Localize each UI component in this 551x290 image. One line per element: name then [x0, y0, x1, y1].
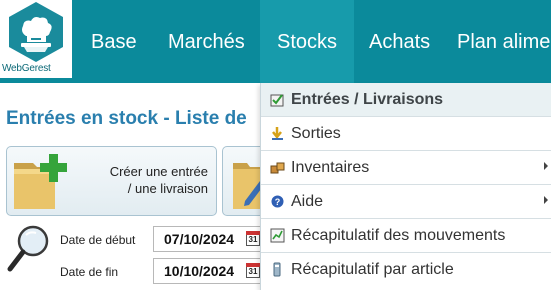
stocks-dropdown-menu: Entrées / Livraisons Sorties Inventaires… — [260, 83, 551, 290]
app-logo-text: WebGerest — [2, 63, 51, 74]
end-date-field[interactable]: 10/10/2024 31 — [153, 258, 263, 284]
app-logo[interactable]: WebGerest — [0, 0, 72, 78]
menu-label: Entrées / Livraisons — [291, 91, 444, 108]
calendar-icon[interactable]: 31 — [246, 231, 260, 246]
submenu-arrow-icon — [544, 196, 548, 204]
exit-arrow-icon — [270, 126, 285, 141]
search-magnifier-icon[interactable] — [6, 224, 52, 279]
inventory-boxes-icon — [270, 160, 285, 175]
menu-item-recap-mouvements[interactable]: Récapitulatif des mouvements — [261, 219, 551, 253]
create-entry-label: Créer une entrée / une livraison — [109, 164, 208, 196]
end-date-value: 10/10/2024 — [164, 263, 235, 279]
start-date-field[interactable]: 07/10/2024 31 — [153, 226, 263, 252]
menu-label: Récapitulatif des mouvements — [291, 227, 506, 244]
start-date-label: Date de début — [60, 233, 136, 247]
menu-label: Récapitulatif par article — [291, 261, 454, 278]
movements-chart-icon — [270, 228, 285, 243]
menu-label: Sorties — [291, 125, 341, 142]
delivery-icon — [270, 92, 285, 107]
calendar-icon[interactable]: 31 — [246, 263, 260, 278]
create-entry-button[interactable]: Créer une entrée / une livraison — [6, 146, 217, 216]
menu-item-aide[interactable]: ? Aide — [261, 185, 551, 219]
top-navbar: WebGerest Base Marchés Stocks Achats Pla… — [0, 0, 551, 83]
article-summary-icon — [270, 262, 285, 277]
menu-item-inventaires[interactable]: Inventaires — [261, 151, 551, 185]
end-date-label: Date de fin — [60, 265, 119, 279]
page-title: Entrées en stock - Liste de — [6, 108, 247, 129]
menu-item-entrees-livraisons[interactable]: Entrées / Livraisons — [261, 83, 551, 117]
nav-stocks[interactable]: Stocks — [277, 31, 337, 54]
menu-item-recap-article[interactable]: Récapitulatif par article — [261, 253, 551, 287]
nav-base[interactable]: Base — [91, 31, 137, 54]
svg-text:?: ? — [275, 197, 281, 207]
nav-achats[interactable]: Achats — [369, 31, 430, 54]
nav-plan-alimentaire[interactable]: Plan alime — [457, 31, 550, 54]
help-icon: ? — [270, 194, 285, 209]
menu-label: Aide — [291, 193, 324, 210]
start-date-value: 07/10/2024 — [164, 231, 235, 247]
chef-hat-logo-icon — [9, 2, 63, 62]
submenu-arrow-icon — [544, 162, 548, 170]
nav-marches[interactable]: Marchés — [168, 31, 245, 54]
menu-item-sorties[interactable]: Sorties — [261, 117, 551, 151]
menu-label: Inventaires — [291, 159, 370, 176]
